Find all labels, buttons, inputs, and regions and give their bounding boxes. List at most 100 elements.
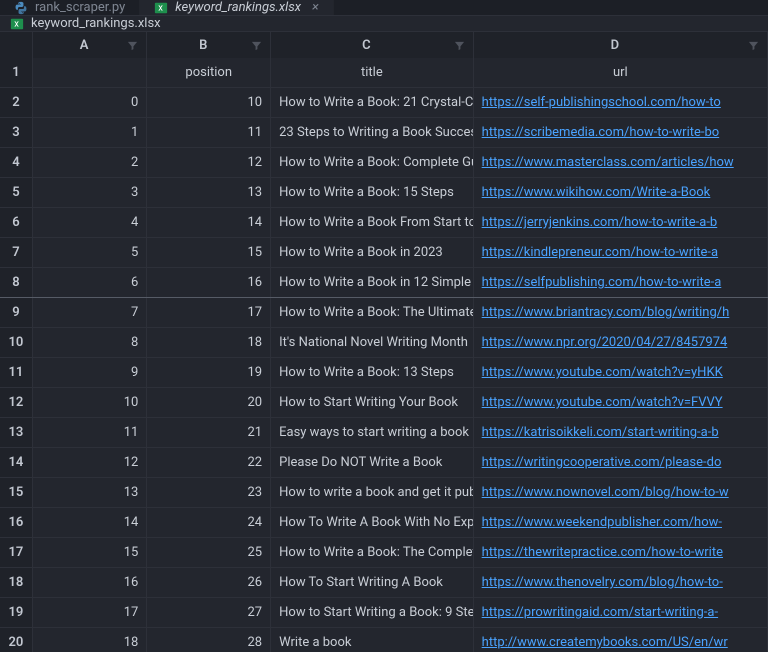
cell-url[interactable]: https://www.masterclass.com/articles/how [474,148,768,177]
cell-position[interactable]: 18 [147,328,271,357]
cell-url[interactable]: https://self-publishingschool.com/how-to [474,88,768,117]
column-header-C[interactable]: C [271,32,474,58]
cell-title[interactable]: How To Start Writing A Book [271,568,474,597]
cell-index[interactable]: 3 [33,178,147,207]
row-header[interactable]: 15 [0,478,33,507]
row-header[interactable]: 8 [0,268,33,297]
url-link[interactable]: https://kindlepreneur.com/how-to-write-a [482,245,718,260]
row-header[interactable]: 11 [0,358,33,387]
row-header[interactable]: 17 [0,538,33,567]
cell-position[interactable]: 10 [147,88,271,117]
row-header[interactable]: 6 [0,208,33,237]
row-header[interactable]: 19 [0,598,33,627]
cell-index[interactable]: 18 [33,628,147,652]
close-icon[interactable]: × [312,0,319,15]
cell-url[interactable]: https://www.youtube.com/watch?v=yHKK [474,358,768,387]
url-link[interactable]: https://jerryjenkins.com/how-to-write-a-… [482,215,718,230]
cell-title[interactable]: 23 Steps to Writing a Book Successfully [271,118,474,147]
cell-title[interactable]: Write a book [271,628,474,652]
url-link[interactable]: https://www.youtube.com/watch?v=FVVY [482,395,723,410]
cell-title[interactable]: It's National Novel Writing Month [271,328,474,357]
cell-index[interactable]: 5 [33,238,147,267]
cell-position[interactable]: 19 [147,358,271,387]
cell-url[interactable]: https://kindlepreneur.com/how-to-write-a [474,238,768,267]
row-header[interactable]: 14 [0,448,33,477]
cell-title[interactable]: How To Write A Book With No Experience [271,508,474,537]
cell-position[interactable]: 17 [147,298,271,327]
cell-index[interactable]: 17 [33,598,147,627]
cell-url[interactable]: https://writingcooperative.com/please-do [474,448,768,477]
url-link[interactable]: https://selfpublishing.com/how-to-write-… [482,275,722,290]
cell-url[interactable]: https://www.thenovelry.com/blog/how-to- [474,568,768,597]
cell-position[interactable]: 15 [147,238,271,267]
cell-index[interactable]: 0 [33,88,147,117]
cell-index[interactable]: 12 [33,448,147,477]
cell-url[interactable]: https://thewritepractice.com/how-to-writ… [474,538,768,567]
cell-position[interactable]: 25 [147,538,271,567]
url-link[interactable]: https://www.wikihow.com/Write-a-Book [482,185,711,200]
row-header[interactable]: 1 [0,58,33,87]
cell-url[interactable]: https://www.wikihow.com/Write-a-Book [474,178,768,207]
cell[interactable]: title [271,58,474,87]
cell-position[interactable]: 11 [147,118,271,147]
cell-title[interactable]: How to Write a Book: 15 Steps [271,178,474,207]
cell-title[interactable]: How to Write a Book: The Ultimate Guide [271,298,474,327]
column-header-A[interactable]: A [33,32,147,58]
column-header-D[interactable]: D [474,32,768,58]
url-link[interactable]: https://www.npr.org/2020/04/27/8457974 [482,335,728,350]
cell-title[interactable]: How to Write a Book in 12 Simple Steps [271,268,474,297]
cell-index[interactable]: 16 [33,568,147,597]
cell-url[interactable]: https://katrisoikkeli.com/start-writing-… [474,418,768,447]
url-link[interactable]: https://www.masterclass.com/articles/how [482,155,734,170]
cell-index[interactable]: 14 [33,508,147,537]
cell-title[interactable]: How to Write a Book: 21 Crystal-Clear St… [271,88,474,117]
corner-cell[interactable] [0,32,33,58]
cell-position[interactable]: 26 [147,568,271,597]
filter-icon[interactable] [251,40,262,51]
cell[interactable]: position [147,58,271,87]
cell[interactable] [33,58,147,87]
cell-title[interactable]: How to Write a Book From Start to Finish [271,208,474,237]
cell-position[interactable]: 20 [147,388,271,417]
url-link[interactable]: https://www.nownovel.com/blog/how-to-w [482,485,729,500]
cell-title[interactable]: How to Write a Book: The Complete Guide [271,538,474,567]
row-header[interactable]: 13 [0,418,33,447]
cell-title[interactable]: Easy ways to start writing a book [271,418,474,447]
row-header[interactable]: 5 [0,178,33,207]
cell-index[interactable]: 7 [33,298,147,327]
row-header[interactable]: 18 [0,568,33,597]
cell-url[interactable]: https://selfpublishing.com/how-to-write-… [474,268,768,297]
cell-position[interactable]: 28 [147,628,271,652]
cell-url[interactable]: https://www.weekendpublisher.com/how- [474,508,768,537]
filter-icon[interactable] [454,40,465,51]
url-link[interactable]: https://self-publishingschool.com/how-to [482,95,721,110]
row-header[interactable]: 12 [0,388,33,417]
cell-position[interactable]: 12 [147,148,271,177]
row-header[interactable]: 10 [0,328,33,357]
row-header[interactable]: 20 [0,628,33,652]
cell-url[interactable]: https://www.npr.org/2020/04/27/8457974 [474,328,768,357]
cell-index[interactable]: 10 [33,388,147,417]
cell[interactable]: url [474,58,768,87]
url-link[interactable]: https://scribemedia.com/how-to-write-bo [482,125,720,140]
cell-index[interactable]: 15 [33,538,147,567]
cell-url[interactable]: https://www.briantracy.com/blog/writing/… [474,298,768,327]
cell-title[interactable]: How to write a book and get it published [271,478,474,507]
filter-icon[interactable] [127,40,138,51]
cell-title[interactable]: How to Write a Book: 13 Steps [271,358,474,387]
url-link[interactable]: https://www.weekendpublisher.com/how- [482,515,722,530]
url-link[interactable]: https://www.briantracy.com/blog/writing/… [482,305,730,320]
cell-url[interactable]: http://www.createmybooks.com/US/en/wr [474,628,768,652]
row-header[interactable]: 9 [0,298,33,327]
url-link[interactable]: https://www.thenovelry.com/blog/how-to- [482,575,723,590]
row-header[interactable]: 4 [0,148,33,177]
cell-index[interactable]: 6 [33,268,147,297]
cell-title[interactable]: How to Write a Book: Complete Guide [271,148,474,177]
cell-position[interactable]: 21 [147,418,271,447]
cell-title[interactable]: How to Write a Book in 2023 [271,238,474,267]
url-link[interactable]: https://prowritingaid.com/start-writing-… [482,605,718,620]
cell-position[interactable]: 22 [147,448,271,477]
cell-index[interactable]: 4 [33,208,147,237]
cell-position[interactable]: 16 [147,268,271,297]
cell-url[interactable]: https://prowritingaid.com/start-writing-… [474,598,768,627]
